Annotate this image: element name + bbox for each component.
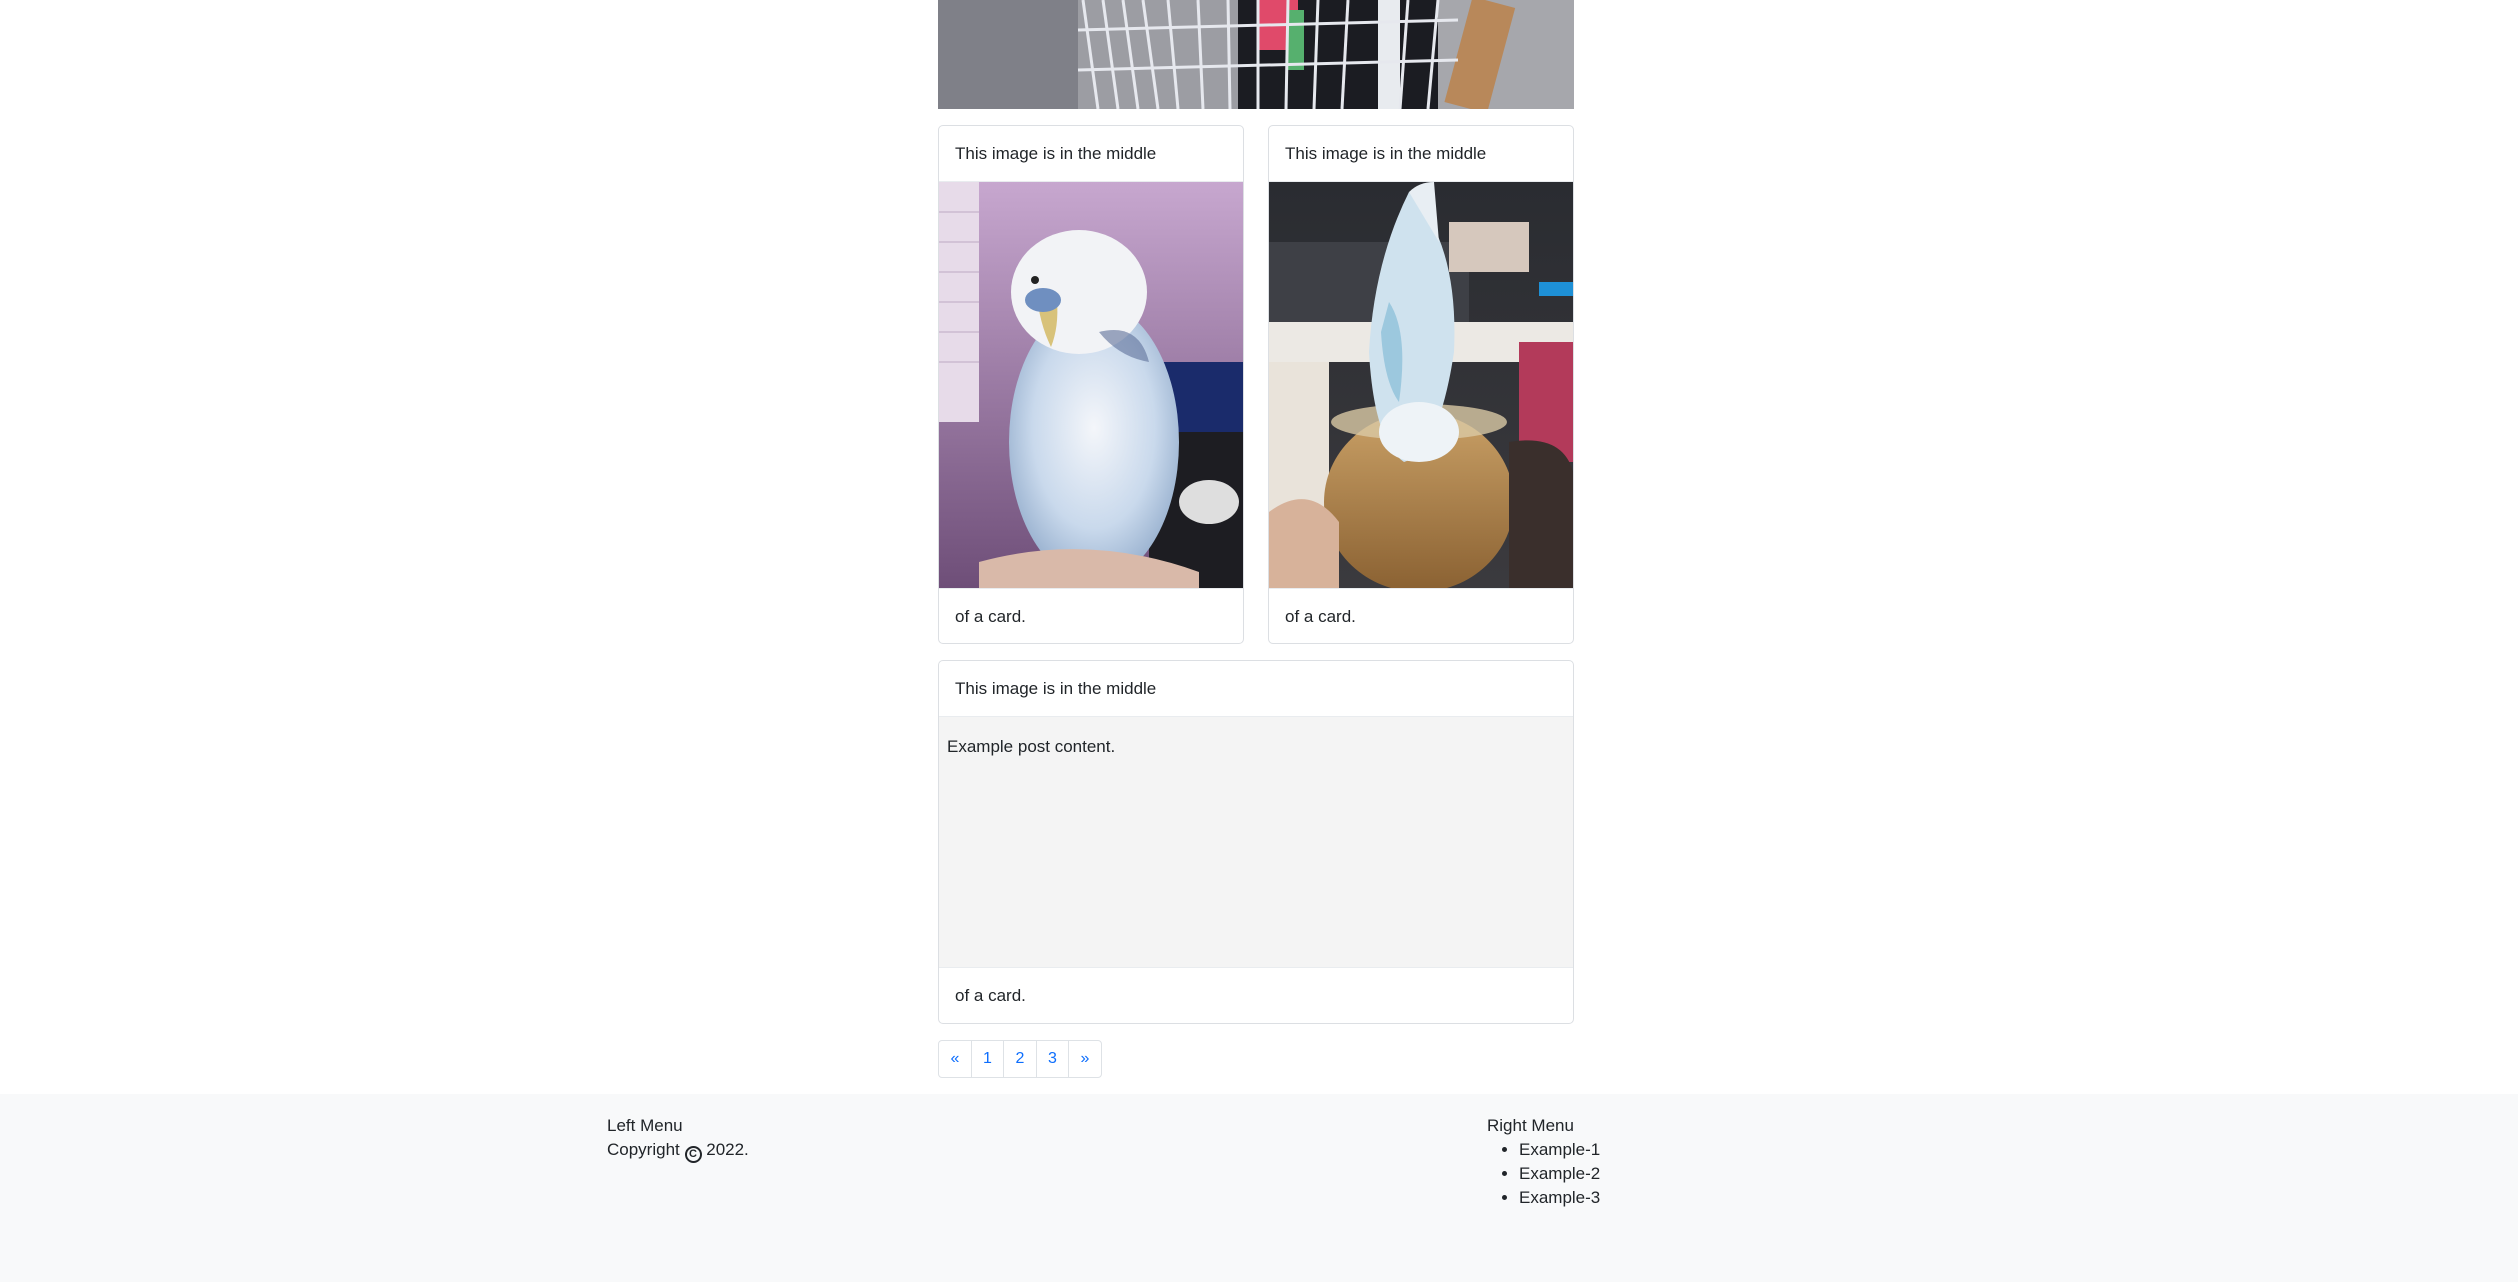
cage-photo — [938, 0, 1574, 109]
card-header: This image is in the middle — [939, 661, 1573, 717]
left-menu-title: Left Menu — [607, 1116, 683, 1135]
page-3-link[interactable]: 3 — [1035, 1040, 1070, 1078]
budgie-photo — [939, 182, 1243, 588]
footer-right-menu: Right Menu Example-1 Example-2 Example-3 — [1487, 1114, 1600, 1210]
card-footer: of a card. — [939, 588, 1243, 643]
page-1-link[interactable]: 1 — [970, 1040, 1005, 1078]
right-menu-list: Example-1 Example-2 Example-3 — [1487, 1138, 1600, 1210]
card-1: This image is in the middle of a card. — [938, 125, 1244, 644]
card-header: This image is in the middle — [1269, 126, 1573, 182]
right-menu-item[interactable]: Example-2 — [1519, 1162, 1600, 1186]
right-menu-title: Right Menu — [1487, 1116, 1574, 1135]
right-menu-item[interactable]: Example-3 — [1519, 1186, 1600, 1210]
copyright-line: Copyright C 2022. — [607, 1138, 749, 1163]
footer-left-menu: Left Menu Copyright C 2022. — [607, 1114, 749, 1163]
page-2-link[interactable]: 2 — [1003, 1040, 1037, 1078]
copyright-prefix: Copyright — [607, 1140, 680, 1159]
copyright-year: 2022. — [706, 1140, 749, 1159]
post-content: Example post content. — [939, 717, 1573, 967]
card-footer: of a card. — [939, 967, 1573, 1023]
card-3: This image is in the middle Example post… — [938, 660, 1574, 1024]
pagination: « 1 2 3 » — [938, 1040, 1102, 1078]
card-header: This image is in the middle — [939, 126, 1243, 182]
page-next-link[interactable]: » — [1068, 1040, 1102, 1078]
page-prev-link[interactable]: « — [938, 1040, 972, 1078]
copyright-icon: C — [684, 1146, 702, 1163]
budgie-seed-jar-photo — [1269, 182, 1573, 588]
right-menu-item[interactable]: Example-1 — [1519, 1138, 1600, 1162]
card-2: This image is in the middle of a card. — [1268, 125, 1574, 644]
card-footer: of a card. — [1269, 588, 1573, 643]
site-footer: Left Menu Copyright C 2022. Right Menu E… — [0, 1094, 2518, 1282]
